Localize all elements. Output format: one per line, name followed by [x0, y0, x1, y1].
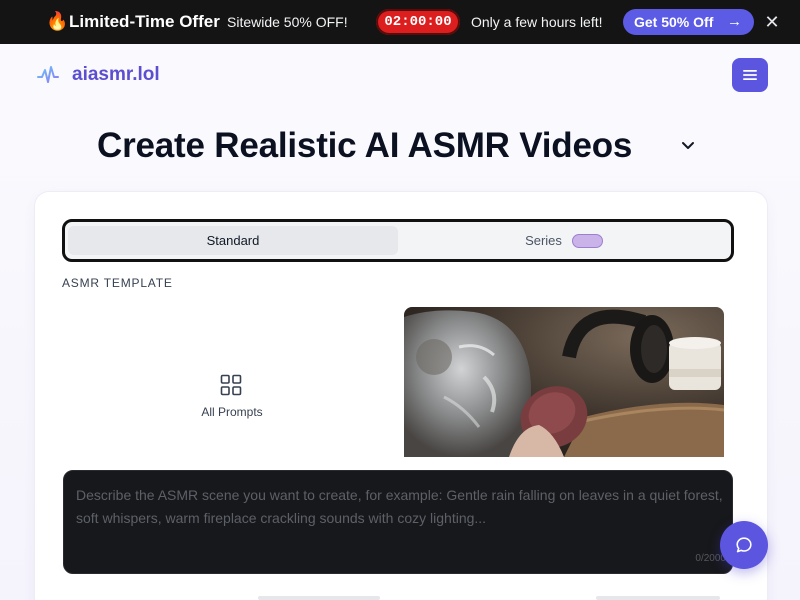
- chat-button[interactable]: [720, 521, 768, 569]
- chevron-down-icon[interactable]: [680, 138, 696, 152]
- tab-standard[interactable]: Standard: [68, 226, 398, 255]
- prompt-placeholder: Describe the ASMR scene you want to crea…: [76, 487, 723, 526]
- get-discount-label: Get 50% Off: [634, 14, 714, 30]
- all-prompts-button[interactable]: All Prompts: [62, 307, 402, 457]
- prompt-textarea[interactable]: Describe the ASMR scene you want to crea…: [63, 470, 733, 574]
- all-prompts-label: All Prompts: [201, 405, 263, 419]
- tab-standard-label: Standard: [206, 233, 260, 248]
- chat-bubble-icon: [736, 537, 752, 553]
- tab-series-label: Series: [525, 233, 562, 248]
- hamburger-menu-icon: [743, 70, 757, 80]
- tab-series[interactable]: Series: [400, 226, 728, 255]
- template-thumbnail[interactable]: [404, 307, 724, 457]
- bottom-control: [258, 596, 380, 600]
- asmr-template-image: [404, 307, 724, 457]
- bottom-control: [596, 596, 720, 600]
- waveform-logo-icon[interactable]: [36, 64, 60, 86]
- close-icon[interactable]: ✕: [763, 12, 781, 32]
- promo-urgency-text: Only a few hours left!: [471, 14, 603, 30]
- fire-icon: 🔥: [46, 11, 69, 31]
- arrow-right-icon: →: [727, 13, 742, 30]
- get-discount-button[interactable]: Get 50% Off →: [623, 9, 754, 35]
- brand-name[interactable]: aiasmr.lol: [72, 64, 160, 86]
- series-toggle[interactable]: [571, 233, 603, 248]
- promo-banner: 🔥 Limited-Time Offer Sitewide 50% OFF! 0…: [0, 0, 800, 44]
- section-label: ASMR TEMPLATE: [62, 276, 173, 290]
- page-title: Create Realistic AI ASMR Videos: [97, 126, 633, 165]
- grid-icon: [220, 374, 242, 396]
- promo-subtext: Sitewide 50% OFF!: [227, 14, 348, 30]
- countdown-timer: 02:00:00: [376, 9, 460, 35]
- promo-headline: Limited-Time Offer: [69, 12, 220, 31]
- menu-button[interactable]: [732, 58, 768, 92]
